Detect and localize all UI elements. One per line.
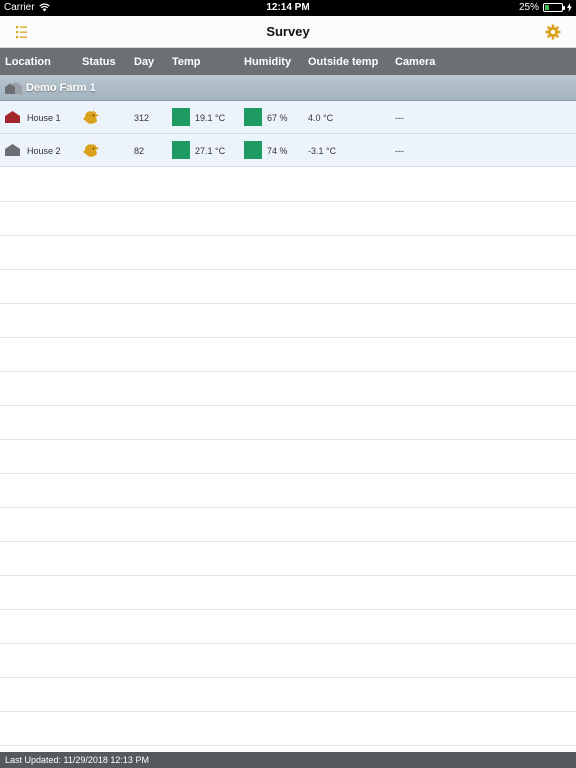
column-header-location[interactable]: Location	[5, 56, 51, 68]
empty-row	[0, 610, 576, 644]
temp-status-indicator	[172, 108, 190, 126]
empty-row	[0, 712, 576, 746]
empty-row	[0, 678, 576, 712]
outside-temp-value: 4.0 °C	[308, 113, 334, 123]
empty-row	[0, 168, 576, 202]
chicken-icon	[83, 110, 99, 124]
house-icon	[5, 144, 20, 156]
battery-icon	[543, 3, 565, 12]
empty-row	[0, 202, 576, 236]
table-row[interactable]: House 2 82 27.1 °C 74 % -3.1 °C ---	[0, 134, 576, 167]
table-header: Location Status Day Temp Humidity Outsid…	[0, 48, 576, 75]
humidity-value: 74 %	[267, 146, 288, 156]
humidity-status-indicator	[244, 141, 262, 159]
farm-group-header[interactable]: Demo Farm 1	[0, 75, 576, 101]
gear-icon	[545, 24, 561, 40]
battery-info: 25%	[519, 2, 572, 13]
barn-icon	[5, 82, 22, 94]
table-row[interactable]: House 1 312 19.1 °C 67 % 4.0 °C ---	[0, 101, 576, 134]
temp-status-indicator	[172, 141, 190, 159]
footer-bar: Last Updated: 11/29/2018 12:13 PM	[0, 752, 576, 768]
temp-value: 19.1 °C	[195, 113, 226, 123]
camera-value: ---	[395, 146, 404, 156]
empty-row	[0, 372, 576, 406]
column-header-temp[interactable]: Temp	[172, 56, 201, 68]
charging-bolt-icon	[567, 3, 572, 12]
chicken-icon	[83, 143, 99, 157]
column-header-status[interactable]: Status	[82, 56, 116, 68]
camera-value: ---	[395, 113, 404, 123]
farm-group-label: Demo Farm 1	[26, 82, 96, 94]
last-updated-label: Last Updated: 11/29/2018 12:13 PM	[5, 755, 149, 765]
empty-row	[0, 508, 576, 542]
humidity-status-indicator	[244, 108, 262, 126]
battery-percent: 25%	[518, 2, 539, 13]
empty-row	[0, 304, 576, 338]
location-label: House 1	[27, 113, 61, 123]
page-title: Survey	[266, 24, 310, 39]
clock: 12:14 PM	[266, 2, 310, 13]
column-header-outside-temp[interactable]: Outside temp	[308, 56, 378, 68]
empty-row	[0, 406, 576, 440]
empty-row	[0, 338, 576, 372]
column-header-day[interactable]: Day	[134, 56, 154, 68]
navigation-bar: Survey	[0, 16, 576, 48]
column-header-humidity[interactable]: Humidity	[244, 56, 291, 68]
empty-row	[0, 270, 576, 304]
day-value: 82	[134, 146, 145, 156]
empty-row	[0, 542, 576, 576]
column-header-camera[interactable]: Camera	[395, 56, 435, 68]
location-label: House 2	[27, 146, 61, 156]
empty-row	[0, 440, 576, 474]
house-icon	[5, 111, 20, 123]
day-value: 312	[134, 113, 150, 123]
empty-row	[0, 644, 576, 678]
outside-temp-value: -3.1 °C	[308, 146, 337, 156]
empty-row	[0, 236, 576, 270]
temp-value: 27.1 °C	[195, 146, 226, 156]
empty-row	[0, 576, 576, 610]
status-bar: Carrier 12:14 PM 25%	[0, 0, 576, 16]
settings-button[interactable]	[544, 23, 562, 41]
empty-row	[0, 474, 576, 508]
humidity-value: 67 %	[267, 113, 288, 123]
